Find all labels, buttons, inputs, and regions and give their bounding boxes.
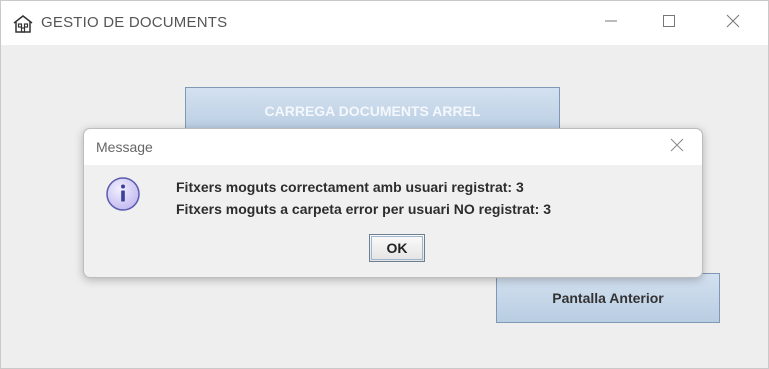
previous-screen-button[interactable]: Pantalla Anterior — [496, 273, 720, 323]
info-icon — [105, 176, 141, 212]
dialog-title: Message — [96, 139, 153, 155]
dialog-titlebar: Message — [84, 129, 702, 165]
close-icon — [670, 138, 684, 157]
window-titlebar: GESTIO DE DOCUMENTS — [1, 1, 768, 45]
close-button[interactable] — [704, 1, 762, 45]
load-root-documents-button[interactable]: CARREGA DOCUMENTS ARREL — [185, 87, 560, 134]
dialog-message-line-1: Fitxers moguts correctament amb usuari r… — [176, 179, 524, 195]
window-title: GESTIO DE DOCUMENTS — [41, 14, 228, 31]
message-dialog: Message Fitxers moguts correctament amb … — [83, 128, 703, 278]
minimize-button[interactable] — [582, 1, 640, 45]
minimize-icon — [604, 14, 618, 33]
maximize-button[interactable] — [640, 1, 698, 45]
dialog-message-line-2: Fitxers moguts a carpeta error per usuar… — [176, 201, 552, 217]
building-icon — [13, 14, 33, 34]
dialog-close-button[interactable] — [666, 137, 688, 157]
ok-button[interactable]: OK — [369, 234, 425, 262]
close-icon — [726, 14, 740, 33]
maximize-icon — [662, 14, 676, 33]
